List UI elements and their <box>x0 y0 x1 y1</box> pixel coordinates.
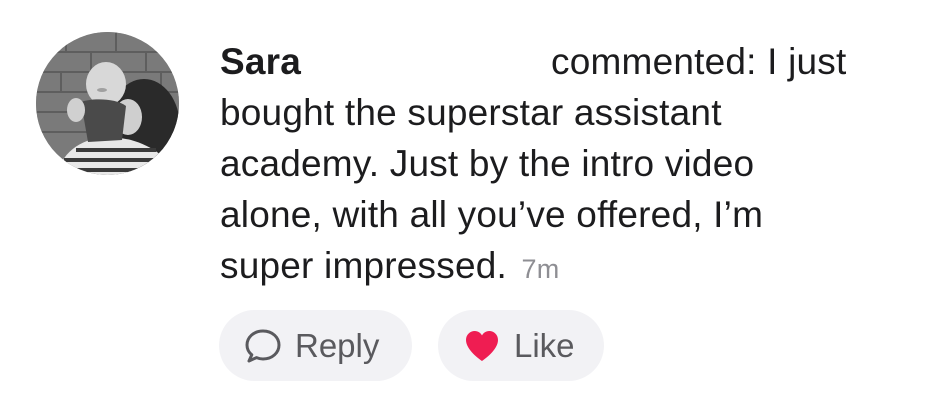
comment-line: bought the superstar assistant <box>220 92 722 133</box>
like-label: Like <box>514 326 575 364</box>
reply-button[interactable]: Reply <box>219 310 412 381</box>
comment-line: alone, with all you’ve offered, I’m <box>220 194 764 235</box>
comment-first-line: Sara commented: I just <box>220 36 920 87</box>
comment-last-line: super impressed. 7m <box>220 240 920 295</box>
like-button[interactable]: Like <box>438 310 604 381</box>
comment-verb: commented: I just <box>551 41 847 82</box>
author-name[interactable]: Sara <box>220 41 301 82</box>
avatar[interactable] <box>36 32 179 175</box>
comment-line: academy. Just by the intro video <box>220 143 755 184</box>
comment-text: Sara commented: I just bought the superst… <box>220 36 920 295</box>
speech-bubble-icon <box>243 326 283 366</box>
comment-item: Sara commented: I just bought the superst… <box>0 0 942 407</box>
reply-label: Reply <box>295 326 380 364</box>
comment-line: super impressed. <box>220 245 507 286</box>
timestamp: 7m <box>521 254 560 284</box>
heart-icon <box>462 326 502 366</box>
avatar-photo <box>36 32 179 175</box>
